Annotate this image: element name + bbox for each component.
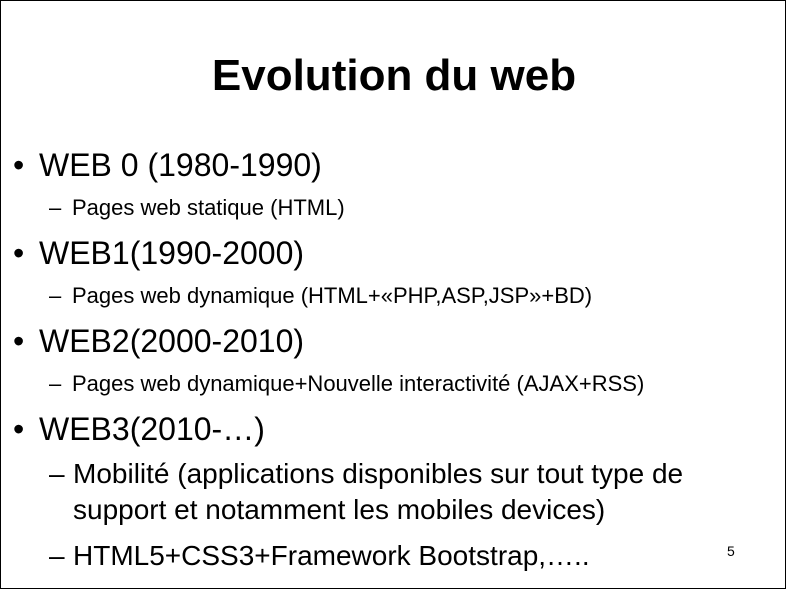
bullet-icon: • <box>13 235 25 271</box>
dash-icon: – <box>49 283 62 308</box>
slide: Evolution du web • WEB 0 (1980-1990) – P… <box>0 0 786 589</box>
dash-icon: – <box>49 458 65 489</box>
bullet-icon: • <box>13 147 25 183</box>
sub-item-label: HTML5+CSS3+Framework Bootstrap,….. <box>73 540 590 571</box>
slide-title: Evolution du web <box>211 51 577 100</box>
sub-item-label: Pages web dynamique (HTML+«PHP,ASP,JSP»+… <box>72 283 593 308</box>
dash-icon: – <box>49 540 65 571</box>
sub-item-label: Pages web statique (HTML) <box>72 195 345 220</box>
sub-item-label: Mobilité (applications disponibles sur t… <box>73 458 684 525</box>
bullet-label: WEB3(2010-…) <box>39 411 265 447</box>
bullet-icon: • <box>13 323 25 359</box>
bullet-label: WEB1(1990-2000) <box>39 235 305 271</box>
sub-item-label: Pages web dynamique+Nouvelle interactivi… <box>72 371 645 396</box>
page-number: 5 <box>727 543 735 559</box>
bullet-label: WEB2(2000-2010) <box>39 323 305 359</box>
dash-icon: – <box>49 195 62 220</box>
bullet-label: WEB 0 (1980-1990) <box>39 147 322 183</box>
bullet-icon: • <box>13 411 25 447</box>
dash-icon: – <box>49 371 62 396</box>
